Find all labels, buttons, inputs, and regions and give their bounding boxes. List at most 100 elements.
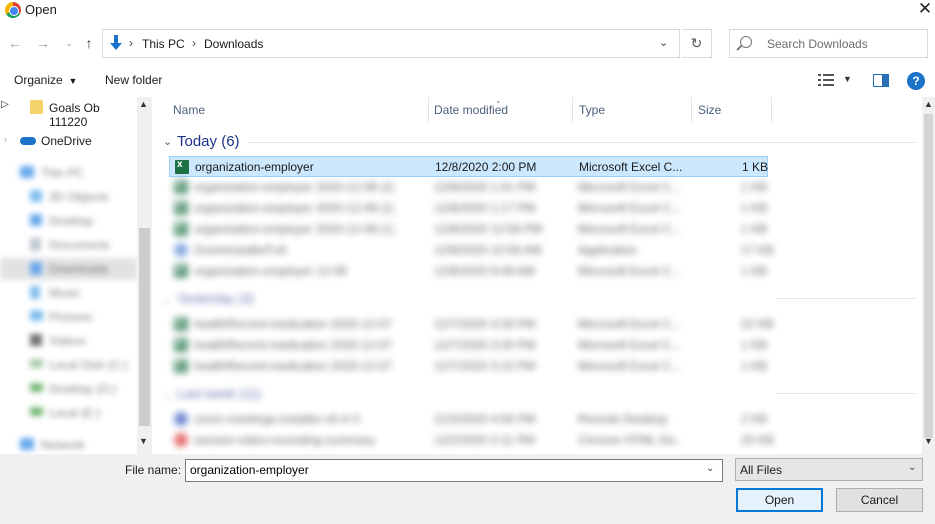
- address-dropdown-chevron-icon[interactable]: ⌄: [659, 36, 668, 49]
- collapse-chevron-icon[interactable]: ⌄: [163, 388, 172, 401]
- file-type: Microsoft Excel C...: [578, 201, 682, 215]
- remote-desktop-icon: [174, 412, 188, 426]
- view-dropdown-chevron-icon[interactable]: ▼: [843, 74, 852, 84]
- file-name: organization-employer: [195, 160, 314, 174]
- table-row[interactable]: zoom-meetings-installer-v5-4-3 12/3/2020…: [169, 409, 768, 430]
- column-header-date[interactable]: Date modified: [434, 103, 508, 129]
- back-arrow-icon[interactable]: ←: [6, 34, 24, 52]
- sidebar-item-local-disk-c[interactable]: Local Disk (C:): [0, 354, 138, 376]
- group-header-yesterday[interactable]: Yesterday (3): [177, 291, 254, 306]
- preview-pane-icon[interactable]: [873, 74, 889, 87]
- close-icon[interactable]: ✕: [916, 0, 934, 18]
- new-folder-button[interactable]: New folder: [105, 73, 162, 87]
- organize-label: Organize: [14, 73, 63, 87]
- column-divider[interactable]: [428, 97, 429, 123]
- up-arrow-icon[interactable]: ↑: [80, 34, 98, 52]
- sidebar-item-label: 3D Objects: [49, 190, 109, 204]
- sidebar-scrollbar-thumb[interactable]: [139, 228, 150, 426]
- expand-chevron-icon[interactable]: ▷: [1, 99, 9, 110]
- navigation-pane[interactable]: ▷ Goals Ob 111220 › OneDrive This PC 3D …: [0, 97, 152, 454]
- address-bar[interactable]: › This PC › Downloads ⌄: [102, 29, 680, 58]
- cube-icon: [30, 190, 42, 202]
- organize-button[interactable]: Organize ▼: [14, 73, 77, 87]
- network-icon: [20, 438, 34, 450]
- search-box[interactable]: Search Downloads: [729, 29, 928, 58]
- group-divider: [777, 393, 916, 394]
- sidebar-item-this-pc[interactable]: This PC: [0, 162, 138, 184]
- column-divider[interactable]: [691, 97, 692, 123]
- file-type-select[interactable]: All Files: [735, 458, 923, 481]
- recent-locations-chevron-icon[interactable]: ⌄: [60, 34, 78, 52]
- excel-file-icon: [175, 159, 189, 174]
- refresh-icon[interactable]: ↻: [682, 29, 712, 58]
- help-icon[interactable]: ?: [907, 72, 925, 90]
- table-row[interactable]: organization-employer 2020-12-08 (1) 12/…: [169, 219, 768, 240]
- sidebar-item-music[interactable]: Music: [0, 282, 138, 304]
- file-name: healthRecord-medication 2020-12-07 (1): [194, 338, 394, 352]
- file-list-scrollbar-thumb[interactable]: [924, 114, 933, 438]
- computer-icon: [20, 166, 34, 178]
- file-date: 12/8/2020 12:58 PM: [434, 222, 543, 236]
- file-date: 12/7/2020 3:10 PM: [434, 359, 536, 373]
- sidebar-item-label: Videos: [49, 334, 86, 348]
- sidebar-item-downloads[interactable]: Downloads: [0, 258, 138, 280]
- file-name: organization-employer 12-08: [194, 264, 347, 278]
- expand-chevron-icon[interactable]: ›: [4, 134, 7, 144]
- column-header-size[interactable]: Size: [698, 103, 721, 129]
- document-icon: [30, 238, 41, 251]
- table-row[interactable]: session-video-recording-summary 12/2/202…: [169, 430, 774, 451]
- view-options-icon[interactable]: [818, 74, 834, 86]
- table-row[interactable]: ZoomInstallerFull 12/8/2020 10:56 AM App…: [169, 240, 774, 261]
- scroll-down-chevron-icon[interactable]: ▼: [139, 436, 148, 446]
- column-header-name[interactable]: Name: [173, 103, 205, 129]
- sidebar-item-local-e[interactable]: Local (E:): [0, 402, 138, 424]
- collapse-chevron-icon[interactable]: ⌄: [163, 135, 172, 148]
- file-date: 12/3/2020 4:56 PM: [434, 412, 536, 426]
- sidebar-item-label: Goals Ob 111220: [49, 101, 100, 129]
- file-name-dropdown-chevron-icon[interactable]: ⌄: [706, 463, 714, 474]
- forward-arrow-icon[interactable]: →: [34, 34, 52, 52]
- open-button[interactable]: Open: [736, 488, 823, 512]
- scroll-down-chevron-icon[interactable]: ▼: [924, 436, 933, 446]
- column-header-type[interactable]: Type: [579, 103, 605, 129]
- sidebar-item-label: Desktop: [49, 214, 94, 228]
- sidebar-item-goals[interactable]: ▷ Goals Ob 111220: [0, 97, 138, 129]
- file-type-chevron-icon[interactable]: ⌄: [908, 462, 916, 473]
- table-row[interactable]: healthRecord-medication 2020-12-07 12/7/…: [169, 356, 768, 377]
- breadcrumb-downloads[interactable]: Downloads: [204, 37, 263, 51]
- sidebar-item-videos[interactable]: Videos: [0, 330, 138, 352]
- table-row[interactable]: organization-employer 12/8/2020 2:00 PM …: [169, 156, 768, 177]
- chrome-html-icon: [174, 433, 188, 447]
- table-row[interactable]: organization-employer 2020-12-08 (1) 12/…: [169, 198, 768, 219]
- sidebar-item-network[interactable]: Network: [0, 434, 138, 454]
- group-header-today[interactable]: Today (6): [177, 133, 240, 150]
- sidebar-item-pictures[interactable]: Pictures: [0, 306, 138, 328]
- collapse-chevron-icon[interactable]: ⌄: [163, 293, 172, 306]
- breadcrumb-this-pc[interactable]: This PC: [142, 37, 185, 51]
- table-row[interactable]: healthRecord-medication 2020-12-07 (2) 1…: [169, 314, 774, 335]
- search-icon: [740, 36, 752, 48]
- sidebar-item-desktop-d[interactable]: Desktop (D:): [0, 378, 138, 400]
- file-size: 17 KB: [741, 243, 774, 257]
- file-name: session-video-recording-summary: [194, 433, 375, 447]
- group-header-last-week[interactable]: Last week (11): [177, 386, 261, 401]
- scroll-up-chevron-icon[interactable]: ▲: [139, 99, 148, 109]
- file-size: 1 KB: [741, 201, 768, 215]
- sidebar-item-label: Local Disk (C:): [49, 358, 128, 372]
- sidebar-item-documents[interactable]: Documents: [0, 234, 138, 256]
- cancel-button[interactable]: Cancel: [836, 488, 923, 512]
- column-divider[interactable]: [572, 97, 573, 123]
- file-type: Application: [578, 243, 637, 257]
- application-icon: [174, 243, 188, 257]
- search-input[interactable]: Search Downloads: [767, 37, 868, 51]
- sidebar-item-desktop[interactable]: Desktop: [0, 210, 138, 232]
- scroll-up-chevron-icon[interactable]: ▲: [924, 99, 933, 109]
- sidebar-item-onedrive[interactable]: › OneDrive: [0, 130, 138, 152]
- file-name-label: File name:: [125, 463, 182, 477]
- file-name-input[interactable]: organization-employer: [185, 459, 723, 482]
- sidebar-item-3d-objects[interactable]: 3D Objects: [0, 186, 138, 208]
- table-row[interactable]: organization-employer 2020-12-08 (2) 12/…: [169, 177, 768, 198]
- column-divider[interactable]: [771, 97, 772, 123]
- table-row[interactable]: healthRecord-medication 2020-12-07 (1) 1…: [169, 335, 768, 356]
- table-row[interactable]: organization-employer 12-08 12/8/2020 9:…: [169, 261, 768, 282]
